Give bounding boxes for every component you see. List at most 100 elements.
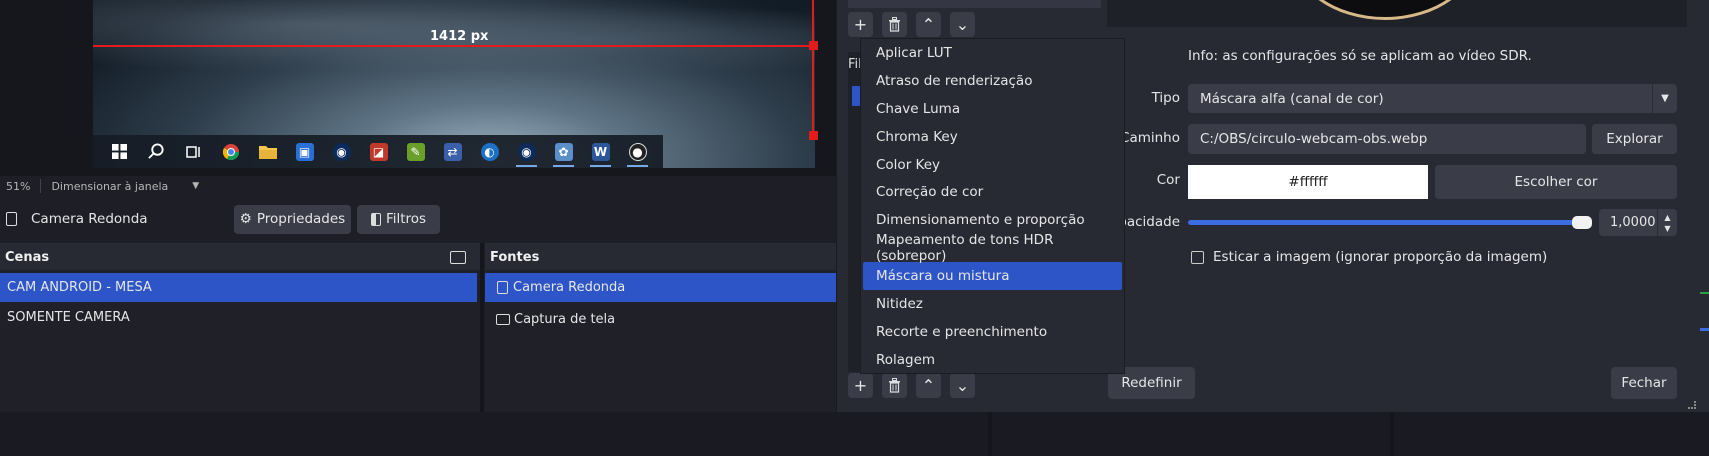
- preview-zoom-bar: 51% Dimensionar à janela ▼: [0, 176, 200, 196]
- resize-grip[interactable]: [1688, 401, 1696, 409]
- network-app-icon: ⇄: [434, 135, 471, 168]
- color-swatch[interactable]: #ffffff: [1188, 165, 1428, 199]
- menu-item[interactable]: Dimensionamento e proporção: [861, 206, 1124, 234]
- sources-dock-title: Fontes: [485, 244, 845, 270]
- move-filter-up-button[interactable]: ⌃: [916, 12, 941, 37]
- selected-source-name: Camera Redonda: [31, 211, 148, 227]
- source-item-label: Captura de tela: [514, 312, 616, 327]
- obs-icon: ●: [619, 135, 656, 168]
- opacity-slider[interactable]: [1188, 220, 1591, 225]
- spin-arrows[interactable]: ▲ ▼: [1657, 209, 1677, 236]
- menu-item[interactable]: Correção de cor: [861, 178, 1124, 206]
- scene-item[interactable]: SOMENTE CAMERA: [0, 303, 480, 332]
- menu-item[interactable]: Atraso de renderização: [861, 67, 1124, 95]
- remote-desktop-icon: ▣: [286, 135, 323, 168]
- guide-line-vertical: [812, 0, 814, 135]
- guide-line-horizontal: [93, 45, 813, 47]
- stretch-image-checkbox[interactable]: [1191, 250, 1204, 264]
- properties-label: Propriedades: [256, 211, 346, 227]
- audio-meter-segment: [1700, 292, 1709, 294]
- document-icon: [497, 281, 508, 294]
- properties-button[interactable]: ⚙ Propriedades: [234, 204, 351, 234]
- trash-icon: [889, 17, 900, 32]
- word-icon: W: [582, 135, 619, 168]
- chrome-icon: [212, 135, 249, 168]
- monitor-icon: [496, 314, 510, 325]
- chevron-down-icon[interactable]: ▼: [1664, 223, 1670, 234]
- chevron-up-icon[interactable]: ▲: [1664, 212, 1670, 223]
- filter-item-selected[interactable]: [852, 86, 860, 106]
- menu-item[interactable]: Mapeamento de tons HDR (sobrepor): [861, 232, 1124, 264]
- source-item[interactable]: Camera Redonda: [485, 273, 845, 302]
- photo-editor-icon: ✎: [397, 135, 434, 168]
- mask-type-select[interactable]: Máscara alfa (canal de cor) ▼: [1188, 84, 1677, 113]
- transform-handle[interactable]: [809, 131, 818, 140]
- add-filter-button[interactable]: +: [848, 373, 873, 398]
- stretch-image-label: Esticar a imagem (ignorar proporção da i…: [1213, 249, 1548, 265]
- chevron-down-icon: ⌄: [955, 376, 970, 395]
- sdr-info-text: Info: as configurações só se aplicam ao …: [1188, 48, 1532, 64]
- transform-handle[interactable]: [809, 41, 818, 50]
- remove-filter-button[interactable]: [882, 12, 907, 37]
- divider: [40, 179, 42, 193]
- dock-separator[interactable]: [988, 412, 992, 456]
- menu-item[interactable]: Rolagem: [861, 346, 1124, 374]
- chevron-up-icon: ⌃: [921, 376, 936, 395]
- opacity-slider-handle[interactable]: [1572, 216, 1592, 229]
- source-item[interactable]: Captura de tela: [485, 305, 845, 334]
- menu-item[interactable]: Aplicar LUT: [861, 39, 1124, 67]
- add-filter-menu: Aplicar LUT Atraso de renderização Chave…: [860, 38, 1125, 374]
- remove-filter-button[interactable]: [882, 373, 907, 398]
- webcam-app-icon: ◉: [508, 135, 545, 168]
- plus-icon: +: [853, 376, 868, 395]
- document-icon: [6, 212, 17, 226]
- close-button[interactable]: Fechar: [1611, 367, 1677, 399]
- move-filter-down-button[interactable]: ⌄: [950, 373, 975, 398]
- gear-icon: ⚙: [239, 211, 252, 227]
- scenes-title: Cenas: [5, 249, 50, 265]
- stretch-image-option[interactable]: Esticar a imagem (ignorar proporção da i…: [1191, 249, 1547, 265]
- filter-icon: [370, 212, 381, 226]
- move-filter-down-button[interactable]: ⌄: [950, 12, 975, 37]
- browse-button[interactable]: Explorar: [1592, 124, 1677, 154]
- undock-icon[interactable]: [450, 250, 466, 264]
- webcam-app-icon: ◉: [323, 135, 360, 168]
- menu-item[interactable]: Chave Luma: [861, 95, 1124, 123]
- search-icon: [138, 135, 175, 168]
- filters-button[interactable]: Filtros: [357, 204, 440, 234]
- guide-measure-label: 1412 px: [430, 29, 489, 44]
- scenes-dock: Cenas CAM ANDROID - MESA SOMENTE CAMERA: [0, 243, 480, 412]
- filter-controls: + ⌃ ⌄: [848, 373, 975, 398]
- menu-item[interactable]: Chroma Key: [861, 123, 1124, 151]
- captured-taskbar: ▣ ◉ ◪ ✎ ⇄ ◐ ◉ ✿ W ●: [93, 135, 663, 168]
- scale-mode[interactable]: Dimensionar à janela: [51, 180, 168, 193]
- plus-icon: +: [853, 15, 868, 34]
- opacity-value: 1,0000: [1610, 215, 1656, 230]
- paint-app-icon: ✿: [545, 135, 582, 168]
- add-filter-button[interactable]: +: [848, 12, 873, 37]
- effect-filters-header: [848, 0, 1101, 8]
- zoom-level: 51%: [6, 179, 31, 193]
- scene-item[interactable]: CAM ANDROID - MESA: [0, 273, 477, 302]
- move-filter-up-button[interactable]: ⌃: [916, 373, 941, 398]
- dock-separator[interactable]: [1390, 412, 1394, 456]
- opacity-spinbox[interactable]: 1,0000 ▲ ▼: [1599, 209, 1677, 236]
- chevron-down-icon[interactable]: ▼: [192, 181, 199, 191]
- globe-app-icon: ◐: [471, 135, 508, 168]
- menu-item[interactable]: Recorte e preenchimento: [861, 318, 1124, 346]
- choose-color-button[interactable]: Escolher cor: [1435, 165, 1677, 199]
- menu-item-selected[interactable]: Máscara ou mistura: [863, 262, 1122, 291]
- chevron-down-icon: ▼: [1652, 84, 1677, 113]
- menu-item[interactable]: Color Key: [861, 151, 1124, 179]
- browser-app-icon: ◪: [360, 135, 397, 168]
- menu-item[interactable]: Nitidez: [861, 290, 1124, 318]
- lower-dock-area: [0, 412, 1709, 456]
- image-path-input[interactable]: C:/OBS/circulo-webcam-obs.webp: [1188, 124, 1586, 154]
- task-view-icon: [175, 135, 212, 168]
- scene-item-label: CAM ANDROID - MESA: [7, 280, 152, 295]
- effect-filter-controls: + ⌃ ⌄: [848, 12, 975, 37]
- audio-volume-bar: [1700, 328, 1709, 331]
- source-toolbar: Camera Redonda ⚙ Propriedades Filtros: [0, 198, 840, 240]
- chevron-down-icon: ⌄: [955, 15, 970, 34]
- filters-label: Filtros: [385, 211, 427, 227]
